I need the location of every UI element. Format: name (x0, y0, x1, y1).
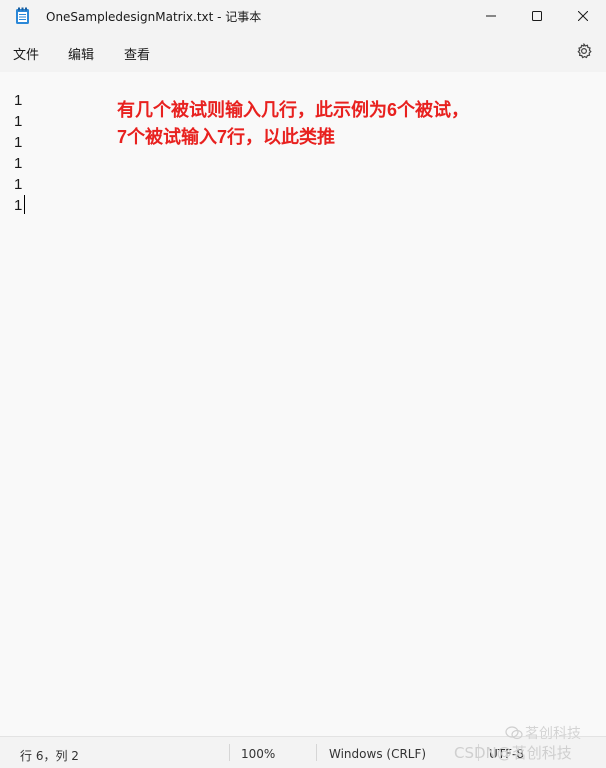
menu-bar: 文件 编辑 查看 (0, 32, 606, 72)
gear-icon[interactable] (576, 43, 592, 59)
status-divider (229, 744, 230, 761)
cursor-position: 行 6，列 2 (20, 749, 79, 763)
annotation-line-2: 7个被试输入7行，以此类推 (117, 127, 336, 147)
status-bar: 行 6，列 2 100% Windows (CRLF) UTF-8 CSDN @… (0, 726, 606, 768)
editor-line: 1 (14, 92, 23, 109)
text-editor[interactable]: 1 1 1 1 1 1 有几个被试则输入几行，此示例为6个被试， 7个被试输入7… (0, 72, 606, 736)
status-divider (316, 744, 317, 761)
maximize-button[interactable] (514, 0, 560, 32)
watermark-wechat: 茗创科技 (525, 725, 581, 742)
maximize-icon (532, 11, 542, 21)
menu-edit[interactable]: 编辑 (68, 44, 94, 63)
text-caret (24, 195, 25, 214)
wechat-icon (505, 725, 523, 739)
window-title: OneSampledesignMatrix.txt - 记事本 (46, 10, 262, 24)
close-icon (578, 11, 588, 21)
menu-file[interactable]: 文件 (13, 44, 39, 63)
notepad-icon (16, 7, 29, 24)
annotation-text: 有几个被试则输入几行，此示例为6个被试， 7个被试输入7行，以此类推 (117, 97, 469, 151)
wechat-watermark: 茗创科技 (505, 717, 581, 748)
zoom-level: 100% (241, 747, 276, 761)
minimize-icon (486, 15, 496, 17)
title-bar[interactable]: OneSampledesignMatrix.txt - 记事本 (0, 0, 606, 32)
editor-line: 1 (14, 197, 23, 214)
watermark-csdn: CSDN (454, 743, 497, 762)
minimize-button[interactable] (468, 0, 514, 32)
editor-line: 1 (14, 134, 23, 151)
editor-line: 1 (14, 176, 23, 193)
editor-line: 1 (14, 113, 23, 130)
editor-line: 1 (14, 155, 23, 172)
editor-lines: 1 1 1 1 1 1 (14, 90, 22, 216)
menu-view[interactable]: 查看 (124, 44, 150, 63)
close-button[interactable] (560, 0, 606, 32)
line-ending: Windows (CRLF) (329, 747, 427, 761)
annotation-line-1: 有几个被试则输入几行，此示例为6个被试， (117, 100, 470, 120)
